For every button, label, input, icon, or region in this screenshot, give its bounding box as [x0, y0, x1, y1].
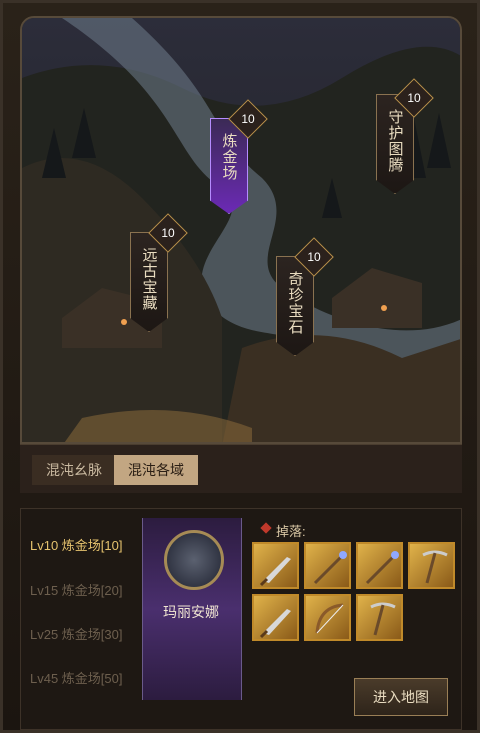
map-node-label: 奇珍宝石: [286, 271, 305, 335]
level-option[interactable]: Lv15 炼金场[20]: [30, 580, 123, 599]
drop-slot[interactable]: [408, 542, 455, 589]
map-node-label: 炼金场: [220, 133, 239, 181]
drop-label: 掉落:: [276, 524, 306, 539]
drop-slot[interactable]: [252, 542, 299, 589]
map-node-label: 守护图腾: [386, 109, 405, 173]
world-map[interactable]: 炼金场 10 守护图腾 10 远古宝藏 10 奇珍宝石 10: [20, 16, 462, 444]
pickaxe-icon: [370, 602, 396, 636]
staff-icon: [365, 551, 399, 585]
sword-icon: [259, 557, 291, 587]
drop-slot[interactable]: [304, 542, 351, 589]
enter-map-button[interactable]: 进入地图: [354, 678, 448, 716]
pickaxe-icon: [422, 550, 448, 584]
tab-chaos-vein[interactable]: 混沌幺脉: [32, 455, 116, 485]
drop-slot[interactable]: [356, 542, 403, 589]
drop-slot[interactable]: [304, 594, 351, 641]
map-node-label: 远古宝藏: [140, 247, 159, 311]
level-option[interactable]: Lv45 炼金场[50]: [30, 668, 123, 687]
bow-icon: [315, 603, 344, 634]
boss-name: 玛丽安娜: [163, 604, 219, 620]
tab-chaos-domain[interactable]: 混沌各域: [114, 455, 198, 485]
map-landscape: [22, 18, 460, 442]
staff-icon: [313, 551, 347, 585]
boss-portrait[interactable]: [164, 530, 224, 590]
drop-slot[interactable]: [356, 594, 403, 641]
sword-icon: [259, 609, 291, 639]
region-tabs: 混沌幺脉 混沌各域: [20, 444, 462, 493]
level-option[interactable]: Lv25 炼金场[30]: [30, 624, 123, 643]
level-option[interactable]: Lv10 炼金场[10]: [30, 535, 123, 554]
drop-slot[interactable]: [252, 594, 299, 641]
